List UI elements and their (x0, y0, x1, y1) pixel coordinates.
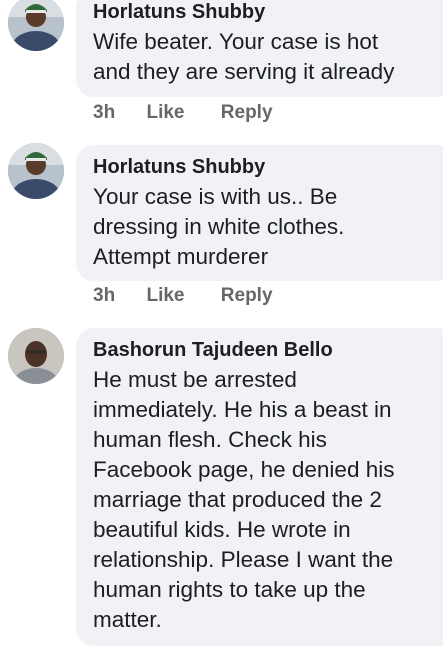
avatar[interactable] (8, 0, 64, 51)
reply-button[interactable]: Reply (221, 285, 273, 307)
profile-photo-icon (8, 143, 64, 199)
reply-button[interactable]: Reply (221, 102, 273, 124)
comment-bubble: Horlatuns Shubby Wife beater. Your case … (76, 0, 443, 97)
comment-actions: 3h Like Reply (93, 102, 273, 124)
comment-author[interactable]: Horlatuns Shubby (93, 0, 440, 24)
comment-text: Your case is with us.. Be dressing in wh… (93, 184, 345, 269)
comment-author[interactable]: Horlatuns Shubby (93, 155, 440, 179)
comment: Bashorun Tajudeen Bello He must be arres… (0, 326, 443, 646)
profile-photo-icon (8, 328, 64, 384)
comment-bubble: Horlatuns Shubby Your case is with us.. … (76, 145, 443, 281)
comment-text: Wife beater. Your case is hot and they a… (93, 29, 395, 84)
avatar[interactable] (8, 143, 64, 199)
comment-actions: 3h Like Reply (93, 285, 273, 307)
comment: Horlatuns Shubby Wife beater. Your case … (0, 0, 443, 130)
comment-author[interactable]: Bashorun Tajudeen Bello (93, 338, 440, 362)
comment-timestamp[interactable]: 3h (93, 102, 115, 124)
comment-text: He must be arrested immediately. He his … (93, 367, 395, 632)
like-button[interactable]: Like (146, 285, 184, 307)
avatar[interactable] (8, 328, 64, 384)
profile-photo-icon (8, 0, 64, 51)
comment-timestamp[interactable]: 3h (93, 285, 115, 307)
comment: Horlatuns Shubby Your case is with us.. … (0, 143, 443, 313)
comment-bubble: Bashorun Tajudeen Bello He must be arres… (76, 328, 443, 646)
like-button[interactable]: Like (146, 102, 184, 124)
